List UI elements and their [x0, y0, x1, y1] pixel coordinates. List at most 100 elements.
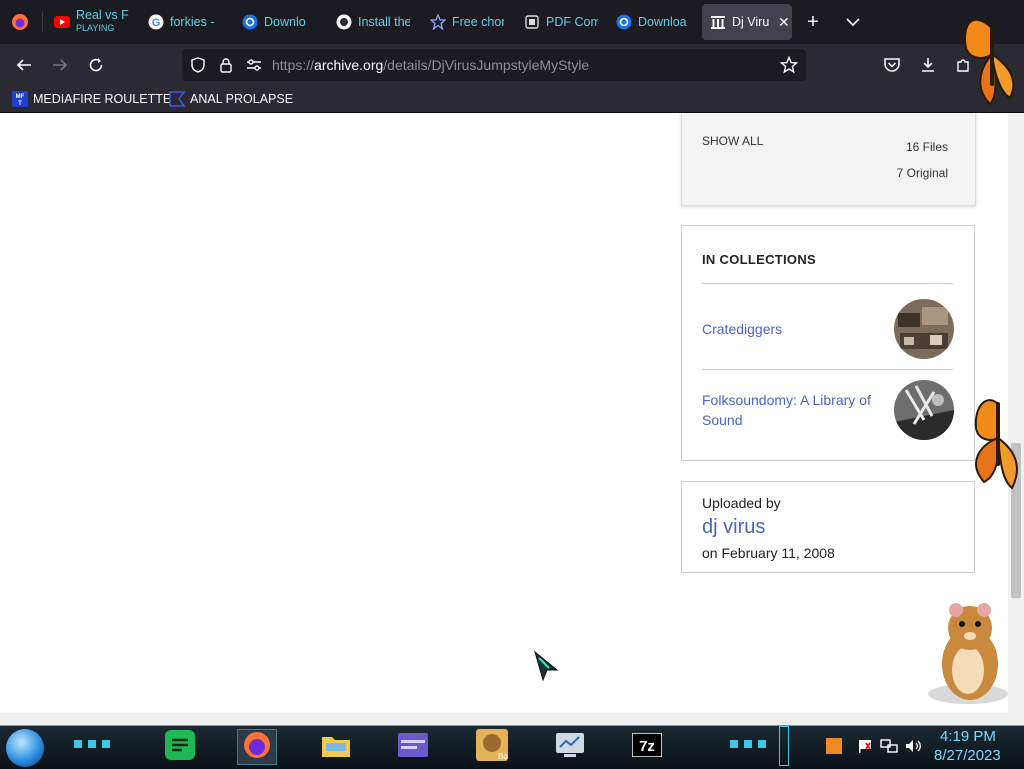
url-scheme: https:// [272, 57, 315, 73]
extensions-icon[interactable] [950, 52, 976, 78]
show-all-link[interactable]: SHOW ALL [702, 134, 763, 148]
tab-title: Downloa [638, 15, 687, 29]
bookmark-label: ANAL PROLAPSE [190, 92, 294, 106]
cratediggers-thumbnail[interactable] [894, 299, 954, 359]
files-panel: SHOW ALL 16 Files 7 Original [681, 113, 976, 206]
svg-text:7z: 7z [639, 738, 655, 755]
tab-title: forkies - [170, 15, 215, 29]
files-count: 16 Files [905, 140, 948, 154]
archive-icon [710, 14, 726, 30]
taskbar-decoration [74, 740, 114, 748]
google-icon: G [148, 14, 164, 30]
uploaded-by-label: Uploaded by [702, 495, 781, 511]
tray-app-icon[interactable] [826, 738, 842, 759]
tab-playing-label: PLAYING [76, 23, 115, 33]
bookmark-label: MEDIAFIRE ROULETTER [33, 92, 181, 106]
show-desktop-button[interactable] [779, 726, 789, 766]
tab-6[interactable]: Downloa [616, 4, 690, 40]
svg-text:MF: MF [16, 94, 25, 100]
back-icon[interactable] [11, 52, 37, 78]
svg-text:T: T [18, 101, 22, 107]
tab-7-active[interactable]: Dj Viru ✕ [702, 4, 792, 40]
pocket-icon[interactable] [879, 52, 905, 78]
chevron-down-icon[interactable] [840, 9, 866, 35]
original-count: 7 Original [896, 166, 948, 180]
collections-panel: IN COLLECTIONS Cratediggers Folksoundomy… [681, 225, 975, 461]
firefox-icon [242, 730, 272, 765]
taskbar-app-7zip[interactable]: 7z [627, 729, 667, 765]
forward-icon[interactable] [47, 52, 73, 78]
divider [702, 369, 953, 370]
navigation-toolbar: https://archive.org/details/DjVirusJumps… [0, 44, 1024, 86]
tab-3[interactable]: Install the [336, 4, 410, 40]
taskbar-decoration [730, 740, 770, 748]
tab-1[interactable]: G forkies - [148, 4, 222, 40]
downloads-icon[interactable] [915, 52, 941, 78]
collections-heading: IN COLLECTIONS [702, 252, 816, 267]
tab-2[interactable]: Downlo [242, 4, 314, 40]
bookmarks-toolbar: MF T MEDIAFIRE ROULETTER ANAL PROLAPSE [0, 86, 1024, 113]
new-tab-icon[interactable]: + [800, 9, 826, 35]
scrollbar-thumb[interactable] [1011, 443, 1021, 598]
taskbar-app-monitor[interactable] [550, 729, 590, 765]
taskbar-app-notes[interactable] [160, 729, 200, 765]
tab-title: Free chor [452, 15, 504, 29]
tab-5[interactable]: PDF Com [524, 4, 598, 40]
pdf-site-icon [524, 14, 540, 30]
bookmark-site-icon [169, 91, 186, 107]
bookmark-star-icon[interactable] [779, 55, 799, 79]
notes-app-icon [165, 729, 195, 765]
page-content: SHOW ALL 16 Files 7 Original IN COLLECTI… [0, 113, 1008, 713]
uploader-link[interactable]: dj virus [702, 516, 765, 539]
taskbar-app-window[interactable] [393, 729, 433, 765]
collection-link-cratediggers[interactable]: Cratediggers [702, 319, 877, 339]
uploader-panel: Uploaded by dj virus on February 11, 200… [681, 481, 975, 573]
hamster-box-icon: Box [476, 728, 512, 766]
clock-time[interactable]: 4:19 PM [940, 728, 996, 745]
taskbar-app-explorer[interactable] [316, 729, 356, 765]
mouse-cursor-icon [533, 650, 561, 687]
network-icon[interactable] [880, 738, 898, 759]
download-site-icon [242, 14, 258, 30]
permissions-icon[interactable] [246, 58, 262, 77]
taskbar-app-firefox[interactable] [237, 729, 277, 765]
url-text[interactable]: https://archive.org/details/DjVirusJumps… [272, 57, 589, 73]
collection-link-folksoundomy[interactable]: Folksoundomy: A Library of Sound [702, 390, 877, 430]
tab-title: Dj Viru [732, 15, 770, 29]
shield-icon[interactable] [190, 57, 206, 78]
horizontal-scrollbar[interactable] [0, 713, 1008, 725]
taskbar-app-box[interactable]: Box [472, 728, 512, 766]
tab-bar: Real vs F PLAYING G forkies - Downlo Ins… [0, 0, 1024, 44]
star-site-icon [430, 14, 446, 30]
lock-icon[interactable] [218, 57, 234, 78]
firefox-view-icon[interactable] [7, 9, 33, 35]
bookmark-mediafire[interactable]: MF T MEDIAFIRE ROULETTER [12, 90, 180, 108]
folksoundomy-thumbnail[interactable] [894, 380, 954, 440]
window-app-icon [397, 732, 429, 763]
tab-title: Install the [358, 15, 410, 29]
7zip-icon: 7z [631, 731, 663, 762]
close-tab-icon[interactable]: ✕ [778, 14, 790, 31]
start-button[interactable] [6, 729, 44, 767]
youtube-icon [54, 14, 70, 30]
mediafire-icon: MF T [12, 91, 28, 107]
download-site-icon [616, 14, 632, 30]
url-path: /details/DjVirusJumpstyleMyStyle [383, 57, 590, 73]
url-bar[interactable]: https://archive.org/details/DjVirusJumps… [182, 49, 806, 81]
svg-text:G: G [152, 17, 161, 29]
tab-4[interactable]: Free chor [430, 4, 504, 40]
volume-icon[interactable] [904, 738, 922, 759]
reload-icon[interactable] [83, 52, 109, 78]
svg-text:Box: Box [498, 752, 508, 761]
tab-0[interactable]: Real vs F PLAYING [54, 4, 134, 40]
clock-date[interactable]: 8/27/2023 [934, 747, 1001, 764]
folder-icon [320, 731, 352, 764]
tab-title: PDF Com [546, 15, 598, 29]
vertical-scrollbar[interactable] [1008, 113, 1024, 725]
taskbar: Box 7z 4:19 PM 8/27/2023 [0, 725, 1024, 769]
bookmark-prolapse[interactable]: ANAL PROLAPSE [169, 90, 293, 108]
action-center-flag-icon[interactable] [857, 738, 873, 759]
upload-date: on February 11, 2008 [702, 545, 835, 561]
url-host: archive.org [314, 57, 384, 73]
tab-title: Downlo [264, 15, 306, 29]
